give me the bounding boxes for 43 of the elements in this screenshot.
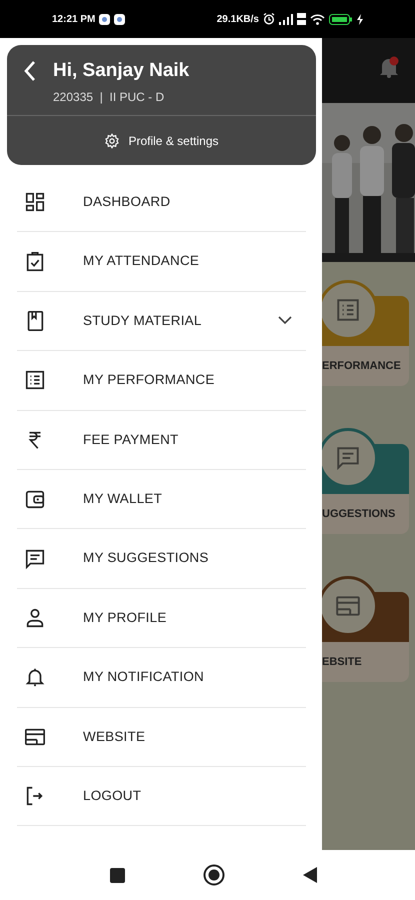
tile-label: UGGESTIONS [322, 506, 396, 522]
volte-icon [297, 13, 306, 25]
tile-label: ERFORMANCE [322, 358, 401, 374]
menu-item[interactable]: MY SUGGESTIONS [17, 529, 306, 589]
chevron-down-icon [278, 316, 292, 326]
person-icon [24, 606, 46, 629]
menu-item[interactable]: MY WALLET [17, 470, 306, 530]
wifi-icon [310, 14, 325, 24]
profile-settings-button[interactable]: Profile & settings [7, 115, 316, 165]
menu-item[interactable]: STUDY MATERIAL [17, 292, 306, 352]
menu-item[interactable]: LOGOUT [17, 766, 306, 826]
menu-item[interactable]: WEBSITE [17, 708, 306, 767]
battery-icon [329, 14, 353, 24]
chat-icon [24, 548, 46, 570]
alarm-icon [263, 13, 275, 25]
chat-icon [335, 445, 361, 471]
tile-label: EBSITE [322, 654, 362, 670]
gear-icon [104, 132, 120, 148]
notification-icon [99, 14, 110, 24]
notification-icon [114, 14, 126, 24]
clock-text: 12:21 PM [52, 12, 96, 26]
list-icon [335, 297, 361, 323]
menu-item[interactable]: MY ATTENDANCE [17, 232, 306, 292]
dashboard-icon [24, 191, 46, 214]
charging-icon [357, 14, 363, 24]
network-speed-text: 29.1KB/s [216, 12, 259, 26]
menu-item[interactable]: DASHBOARD [17, 173, 306, 232]
menu-item[interactable]: FEE PAYMENT [17, 410, 306, 470]
wallet-icon [24, 488, 46, 510]
signal-icon [279, 14, 293, 24]
home-icon[interactable] [203, 864, 225, 886]
back-button[interactable] [23, 59, 37, 83]
menu-item[interactable]: MY PERFORMANCE [17, 351, 306, 411]
menu-item[interactable]: MY PROFILE [17, 588, 306, 648]
list-icon [24, 369, 46, 392]
back-icon[interactable] [303, 867, 317, 883]
student-info-text: 220335 | II PUC - D [53, 88, 166, 106]
bell-icon [24, 666, 46, 688]
bell-icon[interactable] [379, 56, 399, 78]
greeting-text: Hi, Sanjay Naik [53, 59, 190, 83]
menu-item[interactable]: MY NOTIFICATION [17, 648, 306, 708]
clipboard-check-icon [24, 250, 46, 273]
recents-icon[interactable] [110, 868, 125, 882]
